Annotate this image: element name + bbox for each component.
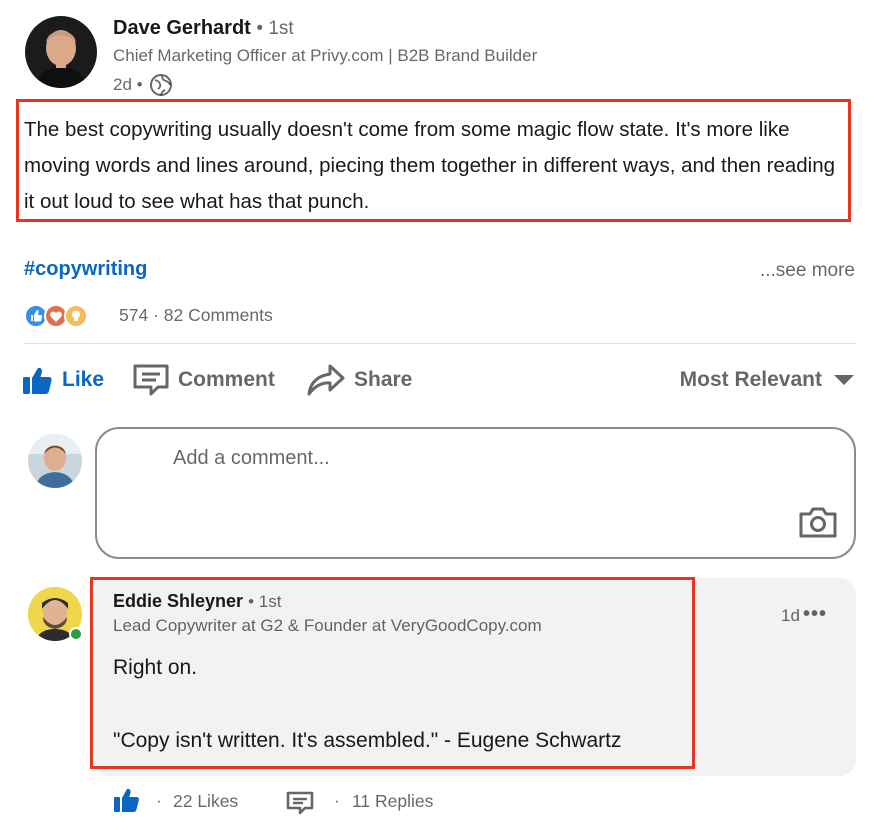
comments-count[interactable]: 82 Comments (164, 305, 273, 325)
comment-input[interactable] (173, 447, 773, 470)
thumbs-up-icon (22, 365, 54, 395)
post-text: The best copywriting usually doesn't com… (24, 118, 836, 213)
insightful-reaction-icon (64, 304, 88, 328)
share-label: Share (354, 368, 413, 391)
replies-separator: · (334, 791, 340, 810)
post-meta: 2d • (113, 73, 173, 97)
post-counts: 574 · 82 Comments (119, 305, 273, 326)
comment-time: 1d (781, 606, 800, 625)
share-button[interactable]: Share (306, 356, 412, 404)
comment-replies-count[interactable]: 11 Replies (352, 791, 433, 812)
counts-separator: · (153, 305, 159, 325)
like-label: Like (62, 368, 105, 391)
comment-icon (132, 363, 170, 397)
hashtag-link[interactable]: #copywriting (24, 258, 147, 281)
reactions-summary[interactable] (24, 304, 88, 328)
share-icon (306, 363, 346, 397)
sort-dropdown[interactable]: Most Relevant (680, 356, 854, 404)
author-name[interactable]: Dave Gerhardt • 1st (113, 17, 294, 40)
camera-icon[interactable] (798, 505, 838, 539)
author-headline: Chief Marketing Officer at Privy.com | B… (113, 46, 538, 65)
caret-down-icon (834, 375, 854, 385)
current-user-avatar (28, 434, 82, 488)
author-avatar[interactable] (25, 16, 97, 88)
likes-separator: · (156, 791, 162, 810)
reaction-count[interactable]: 574 (119, 305, 148, 325)
comment-highlight-box (90, 577, 695, 769)
author-name-text[interactable]: Dave Gerhardt (113, 17, 251, 39)
comment-likes-count[interactable]: 22 Likes (173, 791, 238, 812)
comment-like-icon[interactable] (113, 786, 141, 814)
see-more-link[interactable]: ...see more (760, 260, 855, 282)
divider (24, 343, 856, 344)
like-button[interactable]: Like (22, 356, 104, 404)
online-status-indicator (69, 627, 83, 641)
comment-composer[interactable] (95, 427, 856, 559)
reply-icon[interactable] (286, 791, 314, 815)
post-time: 2d • (113, 75, 143, 94)
sort-label: Most Relevant (679, 368, 822, 391)
comment-button[interactable]: Comment (132, 356, 275, 404)
author-degree: • 1st (256, 18, 294, 39)
comment-options-icon[interactable]: ••• (803, 603, 827, 626)
comment-label: Comment (178, 368, 275, 391)
globe-icon (149, 73, 173, 97)
